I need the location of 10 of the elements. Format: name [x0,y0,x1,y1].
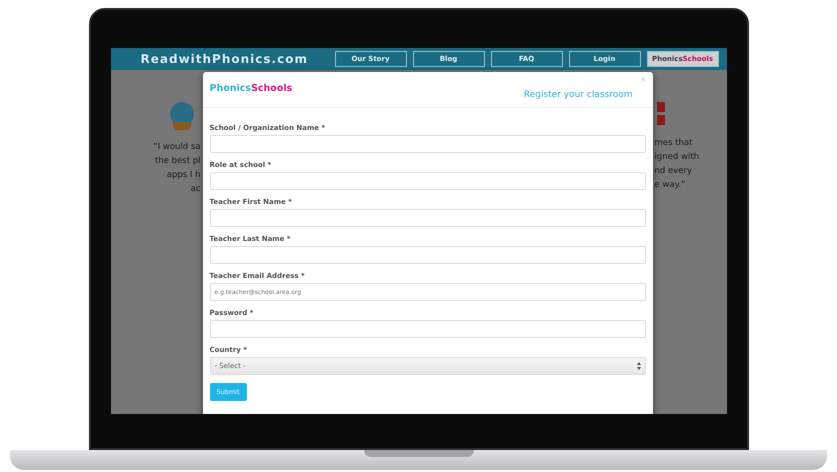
input-field[interactable] [210,320,646,338]
updown-icon [636,362,640,370]
input-field[interactable] [210,135,646,153]
input-field[interactable] [210,172,646,190]
quote-text: mes that igned with nd every e way.” [654,137,700,192]
input-field[interactable] [210,209,646,227]
input-field[interactable] [210,246,646,264]
brand-logo: PhonicsSchools [210,83,292,96]
site-title[interactable]: ReadwithPhonics.com [140,52,308,66]
quote-text: “I would sa the best pl apps I h ac [153,141,200,196]
